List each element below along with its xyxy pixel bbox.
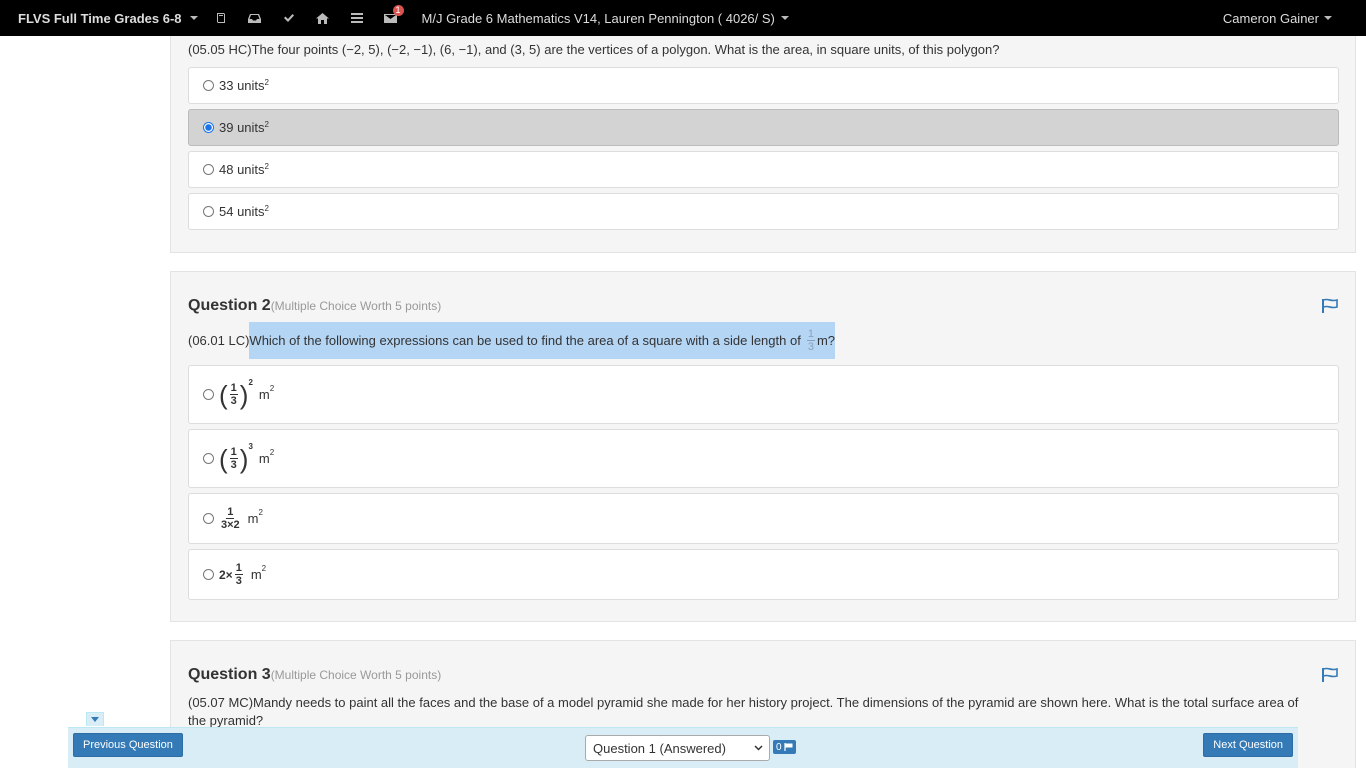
check-icon[interactable] bbox=[272, 0, 306, 36]
option-label: ( 13 ) 2 m2 bbox=[219, 378, 275, 410]
user-name: Cameron Gainer bbox=[1222, 10, 1319, 26]
previous-question-button[interactable]: Previous Question bbox=[73, 733, 183, 757]
question-2-prefix: (06.01 LC) bbox=[188, 332, 250, 348]
option-label: 2× 13 m2 bbox=[219, 562, 267, 587]
menu-icon[interactable] bbox=[340, 0, 374, 36]
question-3-title: Question 3 bbox=[188, 666, 271, 683]
question-select-value: Question 1 (Answered) bbox=[593, 740, 726, 756]
flag-icon bbox=[783, 743, 793, 751]
flag-count-badge[interactable]: 0 bbox=[773, 740, 796, 754]
option-label: 39 units 2 bbox=[219, 120, 269, 135]
question-2-panel: Question 2 (Multiple Choice Worth 5 poin… bbox=[170, 271, 1356, 622]
question-2-title: Question 2 bbox=[188, 297, 271, 314]
radio-button[interactable] bbox=[203, 389, 214, 400]
caret-down-icon bbox=[780, 16, 789, 20]
question-2-option-c[interactable]: 1 3×2 m2 bbox=[188, 493, 1339, 544]
brand-dropdown[interactable]: FLVS Full Time Grades 6-8 bbox=[18, 11, 198, 26]
radio-button-selected[interactable] bbox=[203, 122, 214, 133]
course-dropdown[interactable]: M/J Grade 6 Mathematics V14, Lauren Penn… bbox=[422, 11, 789, 26]
question-2-option-d[interactable]: 2× 13 m2 bbox=[188, 549, 1339, 600]
radio-button[interactable] bbox=[203, 569, 214, 580]
question-select[interactable]: Question 1 (Answered) bbox=[585, 735, 770, 761]
flag-icon[interactable] bbox=[1321, 298, 1339, 314]
notification-badge: 1 bbox=[392, 5, 404, 16]
question-2-header: Question 2 (Multiple Choice Worth 5 poin… bbox=[188, 297, 441, 315]
caret-down-icon bbox=[1324, 16, 1332, 20]
fraction: 1 3 bbox=[806, 327, 815, 353]
question-1-option-b[interactable]: 39 units 2 bbox=[188, 109, 1339, 146]
flag-icon[interactable] bbox=[1321, 667, 1339, 683]
question-2-worth: (Multiple Choice Worth 5 points) bbox=[270, 299, 442, 313]
question-1-panel: (05.05 HC)The four points (−2, 5), (−2, … bbox=[170, 20, 1356, 253]
course-label: M/J Grade 6 Mathematics V14, Lauren Penn… bbox=[421, 10, 775, 26]
question-1-option-c[interactable]: 48 units 2 bbox=[188, 151, 1339, 188]
question-2-option-a[interactable]: ( 13 ) 2 m2 bbox=[188, 365, 1339, 424]
option-label: 1 3×2 m2 bbox=[221, 506, 263, 531]
question-3-worth: (Multiple Choice Worth 5 points) bbox=[270, 668, 442, 682]
question-3-text: (05.07 MC)Mandy needs to paint all the f… bbox=[188, 695, 1299, 728]
radio-button[interactable] bbox=[203, 80, 214, 91]
chevron-down-icon bbox=[754, 745, 763, 751]
radio-button[interactable] bbox=[203, 206, 214, 217]
question-1-option-d[interactable]: 54 units 2 bbox=[188, 193, 1339, 230]
question-2-text: (06.01 LC) Which of the following expres… bbox=[188, 321, 835, 359]
collapse-toggle[interactable] bbox=[86, 712, 104, 726]
question-2-option-b[interactable]: ( 13 ) 3 m2 bbox=[188, 429, 1339, 488]
option-label: ( 13 ) 3 m2 bbox=[219, 442, 275, 474]
brand-label: FLVS Full Time Grades 6-8 bbox=[18, 10, 182, 26]
user-dropdown[interactable]: Cameron Gainer bbox=[1223, 0, 1332, 36]
inbox-icon[interactable] bbox=[238, 0, 272, 36]
question-1-text: (05.05 HC)The four points (−2, 5), (−2, … bbox=[188, 42, 1000, 57]
question-1-option-a[interactable]: 33 units 2 bbox=[188, 67, 1339, 104]
radio-button[interactable] bbox=[203, 164, 214, 175]
caret-down-icon bbox=[189, 16, 198, 20]
next-question-button[interactable]: Next Question bbox=[1203, 733, 1293, 757]
radio-button[interactable] bbox=[203, 453, 214, 464]
book-icon[interactable] bbox=[204, 0, 238, 36]
option-label: 54 units 2 bbox=[219, 204, 269, 219]
question-navigation-bar: Previous Question Question 1 (Answered) … bbox=[68, 727, 1298, 768]
top-navbar: FLVS Full Time Grades 6-8 1 M/J Grade 6 … bbox=[0, 0, 1366, 36]
mail-icon[interactable]: 1 bbox=[374, 0, 408, 36]
question-2-highlighted-text: Which of the following expressions can b… bbox=[249, 321, 835, 359]
caret-down-icon bbox=[91, 717, 99, 722]
option-label: 48 units 2 bbox=[219, 162, 269, 177]
home-icon[interactable] bbox=[306, 0, 340, 36]
radio-button[interactable] bbox=[203, 513, 214, 524]
question-3-header: Question 3 (Multiple Choice Worth 5 poin… bbox=[188, 666, 441, 684]
option-label: 33 units 2 bbox=[219, 78, 269, 93]
